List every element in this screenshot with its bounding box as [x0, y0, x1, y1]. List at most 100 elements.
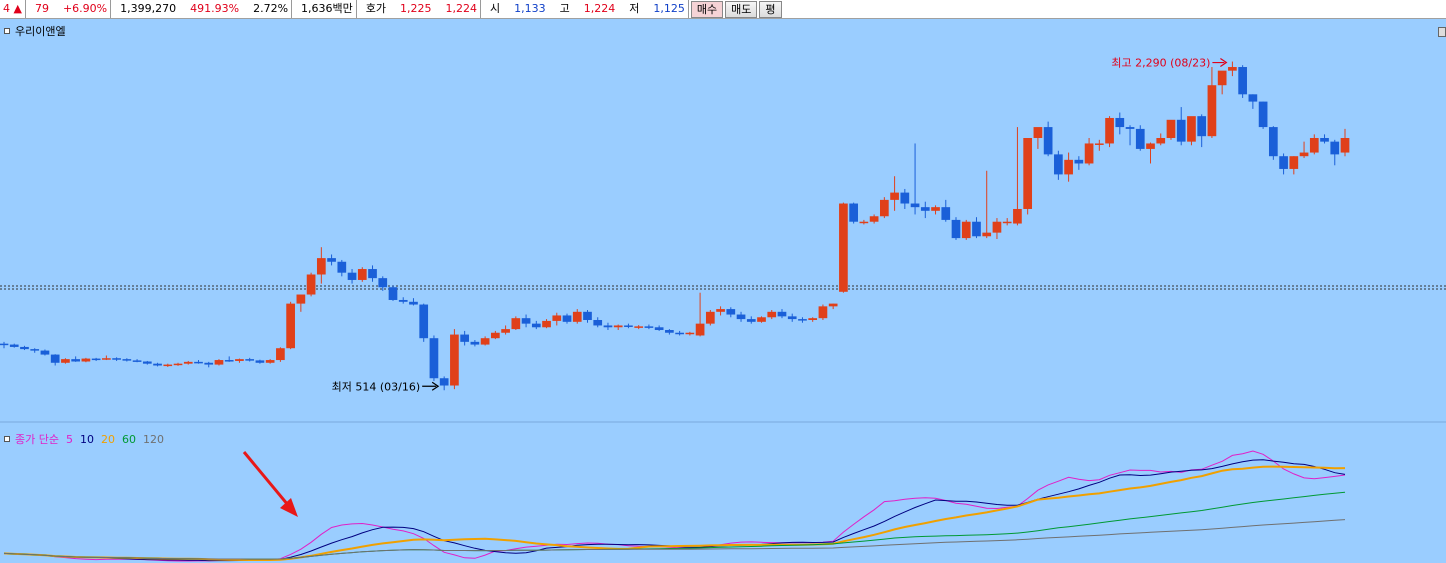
- buy-button[interactable]: 매수: [690, 0, 724, 18]
- ohl-cell-value: 1,133: [514, 2, 546, 15]
- candle-body: [726, 309, 736, 315]
- candle-body: [480, 338, 490, 345]
- candle-body: [245, 359, 255, 361]
- amount-cell: 1,636백만: [292, 0, 357, 18]
- ma-period-legend: 5 10 20 60 120: [59, 433, 164, 446]
- candle-body: [112, 358, 121, 360]
- price-chart-svg[interactable]: 최고 2,290 (08/23) 최저 514 (03/16): [0, 19, 1446, 563]
- candle-body: [1248, 94, 1258, 102]
- candle-body: [910, 203, 920, 208]
- candle-body: [808, 318, 818, 320]
- candle-body: [542, 320, 551, 328]
- candle-body: [705, 311, 715, 324]
- candle-body: [675, 332, 684, 335]
- price-panel-title: 우리이앤엘: [4, 23, 66, 39]
- candle-body: [1176, 119, 1186, 142]
- candle-body: [1309, 138, 1319, 153]
- candle-body: [439, 378, 449, 386]
- candle-body: [378, 278, 388, 288]
- candle-body: [1033, 127, 1043, 138]
- ma-panel-title: 종가 단순 5 10 20 60 120: [4, 431, 164, 447]
- candle-body: [368, 269, 377, 279]
- candle-body: [880, 199, 889, 217]
- candle-body: [1228, 67, 1237, 71]
- chart-area[interactable]: 최고 2,290 (08/23) 최저 514 (03/16) 우리이앤엘 종가 …: [0, 19, 1446, 563]
- quote-cell-value: 1,225: [400, 2, 432, 15]
- candle-body: [102, 358, 111, 360]
- change-arrow-cell-value: 4 ▲: [3, 2, 22, 15]
- candle-body: [163, 364, 173, 367]
- candle-body: [890, 192, 899, 200]
- ohl-cell: 시 1,133 고 1,224 저 1,125: [481, 0, 689, 18]
- candle-body: [81, 358, 91, 362]
- candle-body: [183, 361, 193, 364]
- candle-body: [460, 334, 469, 342]
- candle-body: [941, 207, 951, 220]
- candle-body: [613, 325, 623, 328]
- ohl-cell-value: 시: [490, 2, 501, 15]
- candle-body: [1217, 70, 1227, 86]
- candle-body: [347, 272, 357, 280]
- candle-body: [255, 360, 265, 363]
- quote-toolbar: 4 ▲ 79 +6.90% 1,399,270 491.93% 2.72% 1,636백만 호…: [0, 0, 1446, 19]
- candle-body: [1289, 156, 1299, 169]
- candle-body: [736, 314, 746, 320]
- candle-body: [1268, 127, 1278, 157]
- candle-body: [142, 361, 152, 364]
- annotation-arrow-icon: [242, 451, 295, 512]
- candle-body: [961, 221, 971, 239]
- candle-body: [593, 320, 603, 326]
- candle-body: [1320, 138, 1329, 142]
- volume-cell-value: 491.93%: [190, 2, 240, 15]
- candle-body: [1135, 128, 1145, 149]
- volume-cell-value: 2.72%: [253, 2, 289, 15]
- candle-body: [265, 360, 275, 363]
- candle-body: [1064, 159, 1073, 175]
- candle-body: [91, 358, 101, 361]
- candle-body: [1187, 116, 1196, 142]
- candle-body: [624, 325, 633, 327]
- ma-120-line: [3, 519, 1346, 560]
- candle-body: [194, 361, 203, 364]
- candle-body: [20, 346, 29, 350]
- candle-body: [972, 221, 981, 237]
- candle-body: [511, 318, 521, 330]
- candle-body: [40, 350, 50, 355]
- candle-body: [1340, 138, 1350, 153]
- volume-cell-value: 1,399,270: [120, 2, 177, 15]
- candle-body: [552, 315, 562, 321]
- candle-body: [429, 338, 439, 379]
- ma-title-label: 종가 단순: [15, 433, 59, 446]
- sell-button[interactable]: 매도: [725, 0, 758, 18]
- candle-body: [173, 363, 183, 366]
- ohl-cell-value: 1,224: [583, 2, 616, 15]
- candle-body: [306, 274, 316, 295]
- candle-body: [603, 325, 613, 328]
- quote-cell-value: 1,224: [445, 2, 478, 15]
- candle-body: [665, 330, 674, 333]
- scroll-thumb[interactable]: [1438, 27, 1446, 37]
- candle-body: [327, 258, 336, 262]
- candle-body: [531, 323, 541, 328]
- candle-body: [470, 341, 480, 345]
- ma-20-line: [3, 465, 1346, 561]
- avg-button[interactable]: 평: [759, 0, 782, 18]
- candle-body: [931, 207, 940, 211]
- candle-body: [839, 203, 848, 292]
- ma-period-120: 120: [142, 432, 164, 446]
- candle-body: [716, 309, 725, 312]
- candle-body: [685, 332, 695, 335]
- volume-cell: 1,399,270 491.93% 2.72%: [111, 0, 293, 18]
- high-price-label: 최고 2,290 (08/23): [1111, 57, 1210, 70]
- candle-body: [1054, 154, 1063, 175]
- candle-body: [1299, 152, 1309, 157]
- candle-body: [1258, 101, 1268, 128]
- candle-body: [491, 332, 500, 339]
- candle-body: [419, 304, 429, 339]
- low-price-label: 최저 514 (03/16): [332, 380, 421, 393]
- candle-body: [9, 344, 19, 347]
- ohl-cell-value: 1,125: [653, 2, 685, 15]
- candle-body: [50, 354, 60, 363]
- candle-body: [818, 306, 828, 319]
- candle-body: [61, 359, 70, 363]
